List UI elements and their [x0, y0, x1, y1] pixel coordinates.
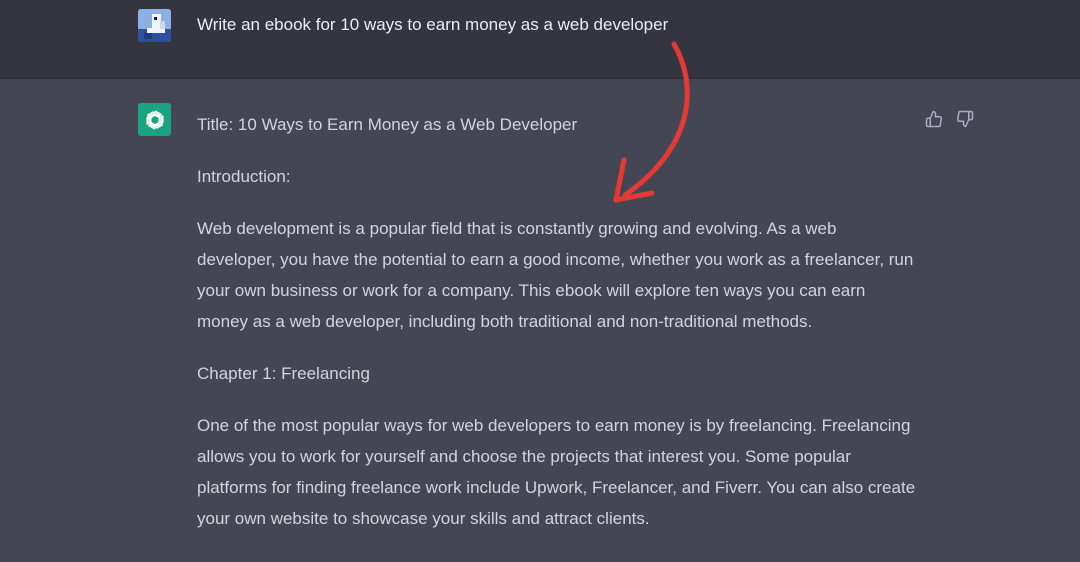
assistant-message-text: Title: 10 Ways to Earn Money as a Web De…: [197, 109, 917, 555]
thumbs-down-button[interactable]: [955, 109, 975, 129]
introduction-paragraph: Web development is a popular field that …: [197, 219, 914, 331]
response-title: Title: 10 Ways to Earn Money as a Web De…: [197, 115, 578, 134]
openai-logo-icon: [138, 103, 171, 136]
section-heading-chapter-1: Chapter 1: Freelancing: [197, 364, 370, 383]
assistant-message-row: Title: 10 Ways to Earn Money as a Web De…: [0, 79, 1080, 562]
section-heading-introduction: Introduction:: [197, 167, 291, 186]
chat-page: Write an ebook for 10 ways to earn money…: [0, 0, 1080, 562]
user-message-text: Write an ebook for 10 ways to earn money…: [197, 15, 669, 34]
user-message-row: Write an ebook for 10 ways to earn money…: [0, 0, 1080, 79]
thumbs-up-icon: [925, 110, 942, 128]
chapter-1-paragraph: One of the most popular ways for web dev…: [197, 416, 916, 528]
user-avatar-icon: [138, 9, 171, 42]
thumbs-down-icon: [957, 110, 974, 128]
thumbs-up-button[interactable]: [924, 109, 944, 129]
